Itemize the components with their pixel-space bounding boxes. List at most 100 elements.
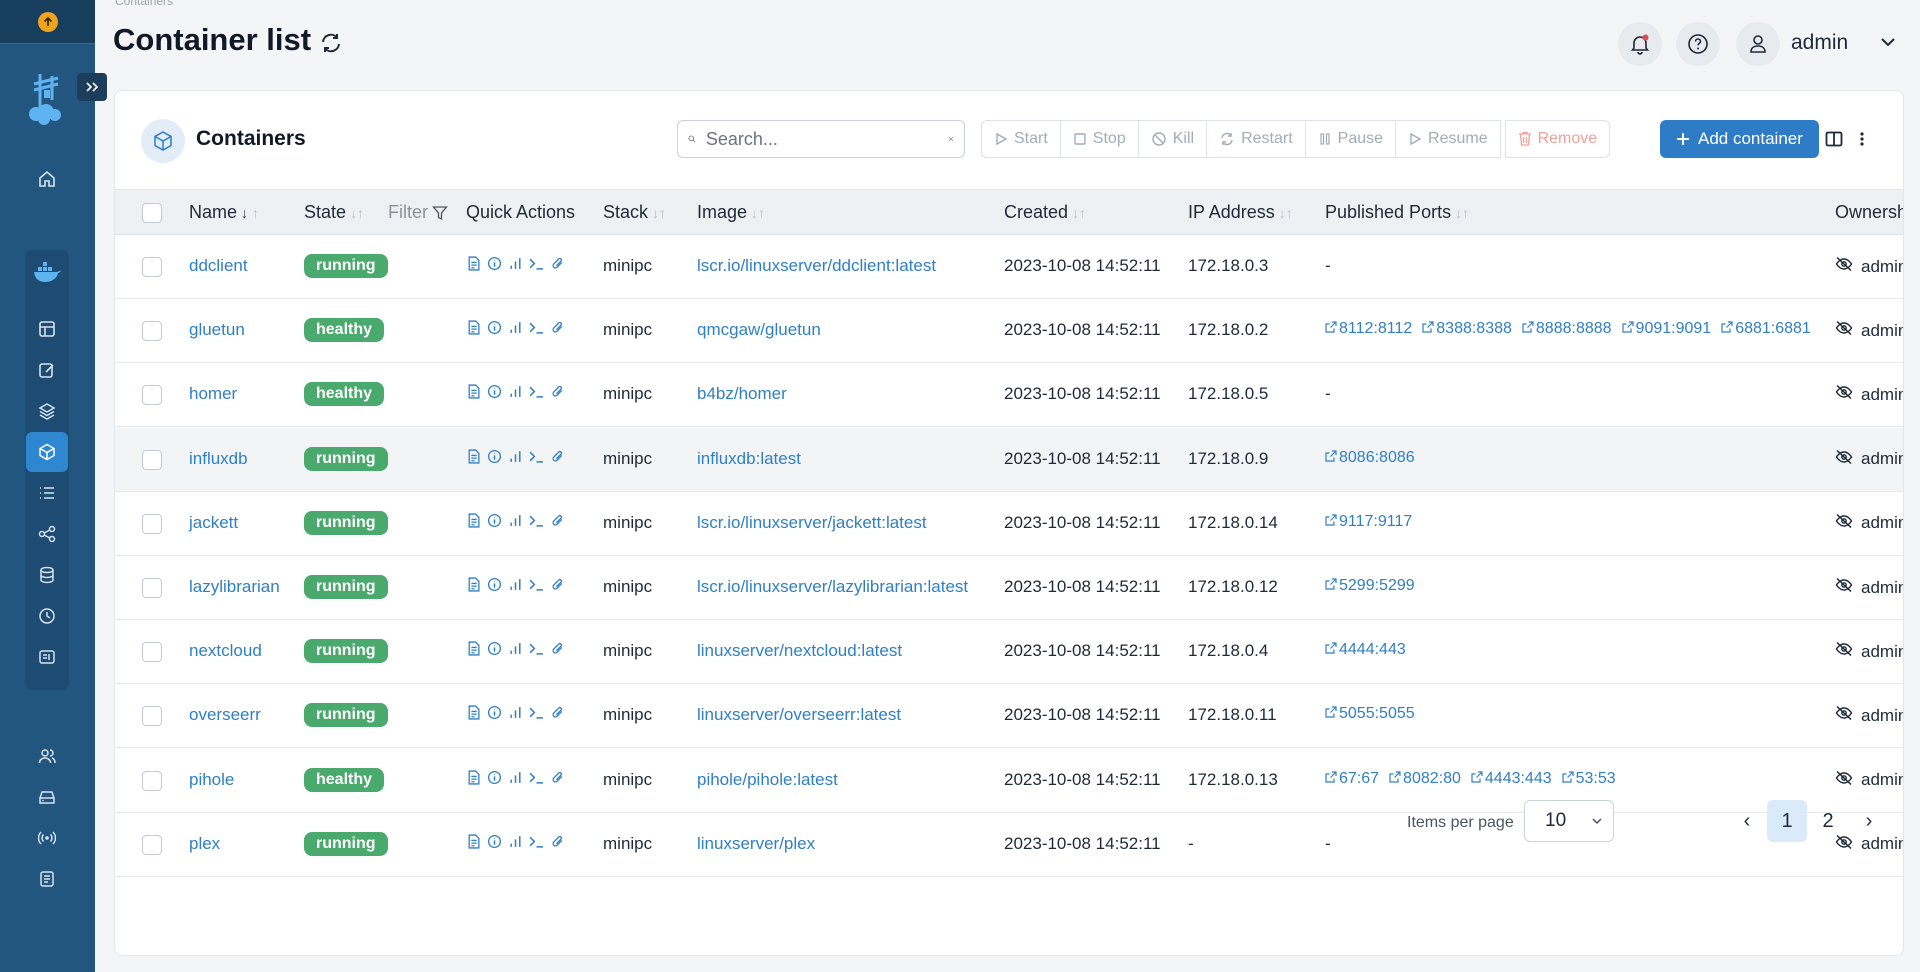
- logs-icon[interactable]: [466, 449, 481, 464]
- networks-icon[interactable]: [26, 514, 68, 554]
- attach-icon[interactable]: [550, 705, 565, 720]
- stats-icon[interactable]: [508, 577, 523, 592]
- next-page-button[interactable]: ›: [1856, 800, 1882, 842]
- console-icon[interactable]: [529, 449, 544, 464]
- container-name-link[interactable]: jackett: [189, 513, 238, 533]
- port-link[interactable]: 4443:443: [1471, 770, 1552, 788]
- chevron-down-icon[interactable]: [1879, 33, 1897, 56]
- dashboard-icon[interactable]: [26, 309, 68, 349]
- logs-icon[interactable]: [466, 770, 481, 785]
- port-link[interactable]: 5055:5055: [1325, 705, 1415, 723]
- stats-icon[interactable]: [508, 384, 523, 399]
- environments-icon[interactable]: [26, 777, 68, 817]
- prev-page-button[interactable]: ‹: [1734, 800, 1760, 842]
- image-link[interactable]: linuxserver/nextcloud:latest: [697, 641, 902, 661]
- user-menu[interactable]: admin: [1791, 31, 1848, 55]
- add-container-button[interactable]: Add container: [1660, 120, 1819, 158]
- stats-icon[interactable]: [508, 256, 523, 271]
- inspect-icon[interactable]: [487, 384, 502, 399]
- inspect-icon[interactable]: [487, 834, 502, 849]
- resume-button[interactable]: Resume: [1395, 120, 1501, 158]
- stats-icon[interactable]: [508, 641, 523, 656]
- logs-icon[interactable]: [466, 513, 481, 528]
- inspect-icon[interactable]: [487, 705, 502, 720]
- containers-icon[interactable]: [26, 432, 68, 472]
- breadcrumb[interactable]: Containers: [115, 0, 173, 8]
- attach-icon[interactable]: [550, 577, 565, 592]
- row-checkbox[interactable]: [142, 449, 162, 470]
- column-name[interactable]: Name ↓ ↑: [189, 202, 259, 223]
- refresh-icon[interactable]: [319, 31, 343, 60]
- row-checkbox[interactable]: [142, 578, 162, 598]
- port-link[interactable]: 9117:9117: [1325, 513, 1412, 531]
- row-checkbox[interactable]: [142, 706, 162, 727]
- logs-icon[interactable]: [466, 834, 481, 849]
- column-ip[interactable]: IP Address ↓↑: [1188, 202, 1293, 223]
- more-options-icon[interactable]: [1859, 131, 1865, 152]
- port-link[interactable]: 8086:8086: [1325, 449, 1415, 467]
- kill-button[interactable]: Kill: [1137, 120, 1208, 158]
- search-input[interactable]: [703, 127, 940, 151]
- container-name-link[interactable]: influxdb: [189, 449, 248, 469]
- image-link[interactable]: linuxserver/overseerr:latest: [697, 705, 901, 725]
- attach-icon[interactable]: [550, 513, 565, 528]
- port-link[interactable]: 5299:5299: [1325, 577, 1415, 595]
- container-name-link[interactable]: ddclient: [189, 256, 248, 276]
- row-checkbox[interactable]: [142, 321, 162, 342]
- portainer-logo-icon[interactable]: [22, 70, 70, 126]
- console-icon[interactable]: [529, 320, 544, 335]
- page-1-button[interactable]: 1: [1767, 800, 1807, 842]
- row-checkbox[interactable]: [142, 770, 162, 791]
- users-icon[interactable]: [26, 736, 68, 776]
- container-name-link[interactable]: overseerr: [189, 705, 261, 725]
- stats-icon[interactable]: [508, 449, 523, 464]
- registries-icon[interactable]: [26, 818, 68, 858]
- inspect-icon[interactable]: [487, 770, 502, 785]
- search-field[interactable]: [677, 120, 965, 158]
- clear-search-icon[interactable]: [948, 132, 954, 146]
- column-state[interactable]: State ↓↑ Filter: [304, 202, 448, 223]
- column-stack[interactable]: Stack ↓↑: [603, 202, 666, 223]
- user-avatar-icon[interactable]: [1736, 22, 1780, 66]
- column-ports[interactable]: Published Ports ↓↑: [1325, 202, 1469, 223]
- items-per-page-select[interactable]: 10: [1524, 800, 1614, 842]
- attach-icon[interactable]: [550, 641, 565, 656]
- image-link[interactable]: influxdb:latest: [697, 449, 801, 469]
- port-link[interactable]: 8082:80: [1389, 770, 1461, 788]
- container-name-link[interactable]: plex: [189, 834, 220, 854]
- stats-icon[interactable]: [508, 705, 523, 720]
- pause-button[interactable]: Pause: [1304, 120, 1397, 158]
- state-filter[interactable]: Filter: [388, 202, 428, 223]
- row-checkbox[interactable]: [142, 834, 162, 855]
- logs-icon[interactable]: [26, 859, 68, 899]
- volumes-icon[interactable]: [26, 555, 68, 595]
- inspect-icon[interactable]: [487, 320, 502, 335]
- row-checkbox[interactable]: [142, 642, 162, 663]
- upgrade-bar[interactable]: [0, 0, 95, 44]
- console-icon[interactable]: [529, 834, 544, 849]
- restart-button[interactable]: Restart: [1206, 120, 1306, 158]
- home-icon[interactable]: [26, 159, 68, 199]
- inspect-icon[interactable]: [487, 256, 502, 271]
- inspect-icon[interactable]: [487, 641, 502, 656]
- notifications-button[interactable]: [1618, 22, 1662, 66]
- image-link[interactable]: pihole/pihole:latest: [697, 770, 838, 790]
- stats-icon[interactable]: [508, 834, 523, 849]
- attach-icon[interactable]: [550, 320, 565, 335]
- port-link[interactable]: 67:67: [1325, 770, 1379, 788]
- port-link[interactable]: 53:53: [1562, 770, 1616, 788]
- port-link[interactable]: 4444:443: [1325, 641, 1406, 659]
- image-link[interactable]: b4bz/homer: [697, 384, 787, 404]
- attach-icon[interactable]: [550, 834, 565, 849]
- port-link[interactable]: 8112:8112: [1325, 320, 1412, 338]
- host-icon[interactable]: [26, 637, 68, 677]
- stop-button[interactable]: Stop: [1059, 120, 1139, 158]
- console-icon[interactable]: [529, 705, 544, 720]
- select-all-checkbox[interactable]: [142, 203, 162, 223]
- container-name-link[interactable]: gluetun: [189, 320, 245, 340]
- logs-icon[interactable]: [466, 320, 481, 335]
- container-name-link[interactable]: homer: [189, 384, 237, 404]
- page-2-button[interactable]: 2: [1808, 800, 1848, 842]
- remove-button[interactable]: Remove: [1504, 120, 1611, 158]
- logs-icon[interactable]: [466, 641, 481, 656]
